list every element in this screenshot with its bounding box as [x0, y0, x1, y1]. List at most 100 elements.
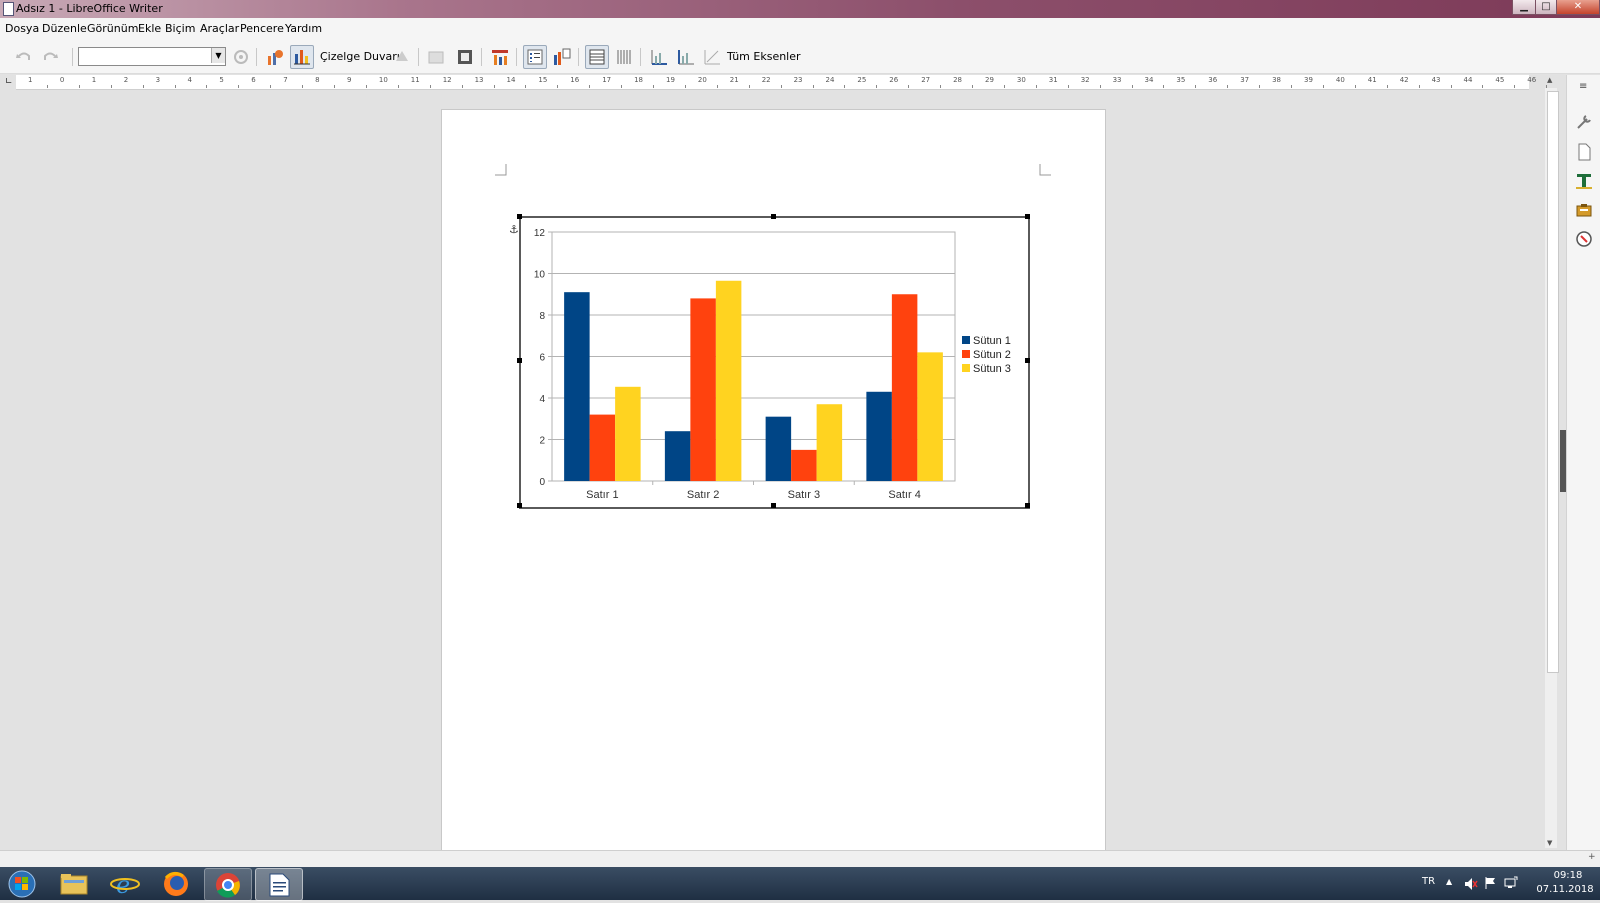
toolbar-separator	[256, 48, 257, 66]
resize-handle[interactable]	[1025, 358, 1030, 363]
sidebar-menu-icon[interactable]: ≡	[1579, 81, 1587, 92]
ruler-label: 37	[1240, 76, 1250, 84]
ruler-label: 27	[921, 76, 931, 84]
clock-date[interactable]: 07.11.2018	[1534, 884, 1596, 895]
ruler-label: 34	[1144, 76, 1154, 84]
action-center-flag-icon[interactable]	[1484, 876, 1498, 890]
file-explorer-button[interactable]	[51, 868, 97, 899]
undo-icon[interactable]	[14, 47, 34, 67]
menu-yardim[interactable]: Yardım	[285, 22, 322, 35]
ruler-label: 6	[251, 76, 256, 84]
menu-araclar[interactable]: Araçlar	[200, 22, 239, 35]
menu-bicim[interactable]: Biçim	[165, 22, 195, 35]
legend-on-off-icon[interactable]	[552, 47, 572, 67]
ruler-label: 3	[155, 76, 161, 84]
resize-handle[interactable]	[517, 358, 522, 363]
y-axis-icon[interactable]	[676, 47, 696, 67]
clock-time[interactable]: 09:18	[1540, 870, 1596, 881]
resize-handle[interactable]	[771, 503, 776, 508]
y-tick-label: 6	[539, 353, 545, 364]
status-bar-resize-icon[interactable]: +	[1588, 852, 1596, 862]
resize-handle[interactable]	[771, 214, 776, 219]
ruler-label: 20	[697, 76, 707, 84]
menu-dosya[interactable]: Dosya	[5, 22, 39, 35]
ruler-label: 36	[1208, 76, 1218, 84]
libreoffice-writer-button[interactable]	[255, 868, 303, 901]
scroll-down-icon[interactable]: ▼	[1547, 839, 1552, 847]
chart-element-select[interactable]	[78, 47, 226, 66]
ruler-tick	[365, 85, 367, 88]
ruler-tick	[142, 85, 144, 88]
volume-muted-icon[interactable]	[1464, 877, 1478, 891]
ruler-label: 42	[1399, 76, 1409, 84]
sidebar-collapse-handle[interactable]	[1560, 430, 1566, 492]
resize-handle[interactable]	[517, 503, 522, 508]
start-button[interactable]	[0, 868, 46, 899]
page-icon[interactable]	[1574, 142, 1594, 162]
all-axes-icon[interactable]	[702, 47, 722, 67]
chart-type-icon[interactable]	[265, 47, 285, 67]
bar	[791, 449, 817, 481]
ruler-label: 2	[123, 76, 129, 84]
properties-wrench-icon[interactable]	[1574, 112, 1594, 132]
chart-object[interactable]: 0 2 4 6 8 10 12 Satır 1 Satır 2 Satır 3 Satır 4 Süt…	[519, 216, 1030, 509]
chevron-down-icon[interactable]: ▼	[211, 48, 225, 63]
toolbar-separator	[72, 48, 73, 66]
legend-toggle-button[interactable]	[523, 45, 547, 69]
y-tick-label: 4	[539, 394, 545, 405]
horizontal-ruler[interactable]: 1 0 1 2 3 4 5 6 7 8 9 10 11 12 13 14 15 16 17 18 19 20 21 22 23 2…	[16, 75, 1548, 90]
redo-icon[interactable]	[40, 47, 60, 67]
chart-wall-label[interactable]: Çizelge Duvarı	[320, 50, 400, 63]
ruler-label: 18	[634, 76, 644, 84]
show-hidden-icons-icon[interactable]: ▲	[1446, 877, 1452, 886]
firefox-button[interactable]	[153, 868, 199, 899]
x-axis-icon[interactable]	[649, 47, 669, 67]
ruler-label: 16	[570, 76, 580, 84]
ruler-tick	[1035, 85, 1037, 88]
network-icon[interactable]	[1504, 876, 1518, 890]
ruler-label: 45	[1495, 76, 1505, 84]
vertical-grid-icon[interactable]	[614, 47, 634, 67]
menu-pencere[interactable]: Pencere	[240, 22, 284, 35]
chart-wall-button[interactable]	[290, 45, 314, 69]
ruler-label: 39	[1304, 76, 1313, 84]
resize-handle[interactable]	[1025, 214, 1030, 219]
minimize-button[interactable]: ▁	[1512, 0, 1536, 15]
bar-chart[interactable]: 0 2 4 6 8 10 12 Satır 1 Satır 2 Satır 3 Satır 4 Süt…	[521, 218, 1028, 507]
ruler-label: 5	[219, 76, 224, 84]
menu-gorunum[interactable]: Görünüm	[87, 22, 138, 35]
resize-handle[interactable]	[1025, 503, 1030, 508]
three-d-view-icon[interactable]	[392, 47, 412, 67]
ruler-label: 31	[1048, 76, 1058, 84]
ruler-tick	[876, 85, 878, 88]
gallery-icon[interactable]	[1574, 200, 1594, 220]
chrome-button[interactable]	[204, 868, 252, 901]
all-axes-label[interactable]: Tüm Eksenler	[727, 50, 801, 63]
scroll-up-icon[interactable]: ▲	[1547, 76, 1552, 84]
format-selection-icon[interactable]	[231, 47, 251, 67]
ruler-tick	[174, 85, 176, 88]
tab-stop-icon[interactable]: ∟	[5, 77, 13, 87]
legend-label: Sütun 1	[973, 335, 1011, 347]
x-tick-label: Satır 1	[586, 489, 618, 501]
toolbar-separator	[418, 48, 419, 66]
data-range-icon[interactable]	[426, 47, 446, 67]
data-table-icon[interactable]	[455, 47, 475, 67]
horizontal-grid-icon	[589, 49, 605, 65]
close-button[interactable]: ✕	[1556, 0, 1600, 15]
menu-ekle[interactable]: Ekle	[138, 22, 161, 35]
maximize-button[interactable]: □	[1535, 0, 1557, 15]
resize-handle[interactable]	[517, 214, 522, 219]
scrollbar-thumb[interactable]	[1547, 91, 1559, 673]
language-indicator[interactable]: TR	[1422, 876, 1435, 887]
styles-icon[interactable]	[1574, 171, 1594, 191]
ruler-label: 40	[1335, 76, 1345, 84]
horizontal-grids-button[interactable]	[585, 45, 609, 69]
insert-titles-icon[interactable]	[490, 47, 510, 67]
ruler-tick	[844, 85, 846, 88]
navigator-icon[interactable]	[1574, 229, 1594, 249]
internet-explorer-button[interactable]: e	[102, 868, 148, 899]
ruler-tick	[908, 85, 910, 88]
ruler-tick	[1003, 85, 1005, 88]
menu-duzenle[interactable]: Düzenle	[42, 22, 87, 35]
